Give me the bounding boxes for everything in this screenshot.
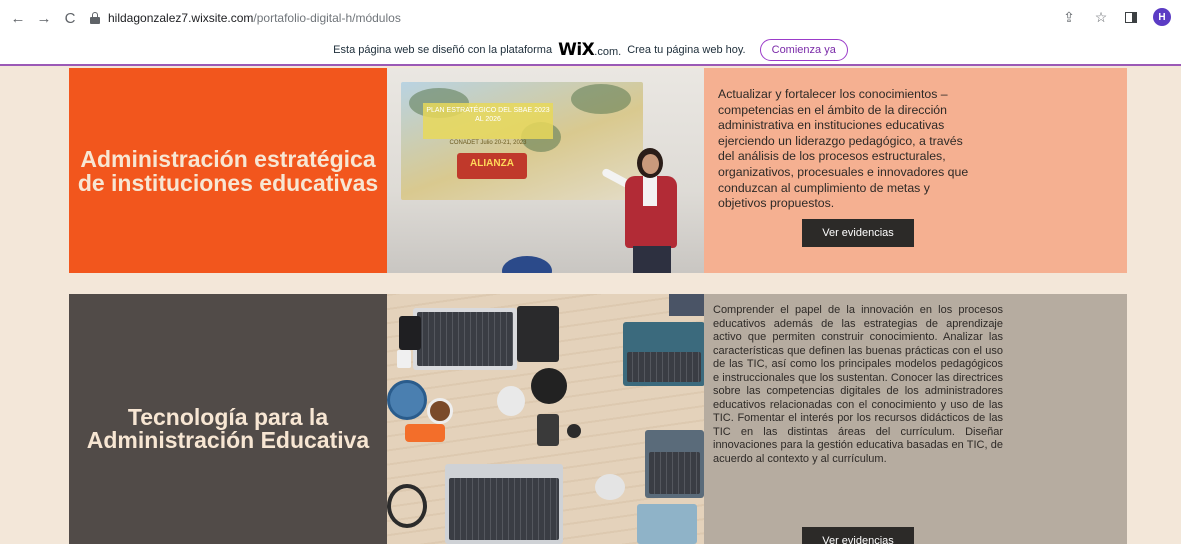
star-icon[interactable]: ☆ (1093, 9, 1109, 26)
module-card-tecnologia: Tecnología para la Administración Educat… (69, 294, 1127, 544)
module-description: Comprender el papel de la innovación en … (713, 304, 1003, 465)
module-title-block: Administración estratégica de institucio… (69, 68, 387, 273)
back-icon[interactable]: ← (8, 8, 28, 28)
module-photo-presentation: PLAN ESTRATÉGICO DEL SBAE 2023 AL 2026 C… (387, 68, 704, 273)
wix-promo-banner: Esta página web se diseñó con la platafo… (0, 36, 1181, 66)
module-description-panel: Actualizar y fortalecer los conocimiento… (704, 68, 1127, 273)
reload-icon[interactable]: C (60, 8, 80, 28)
toolbar-actions: ⇪ ☆ H (1061, 8, 1171, 26)
module-description: Actualizar y fortalecer los conocimiento… (718, 87, 969, 211)
module-title: Tecnología para la Administración Educat… (86, 404, 370, 453)
url-path: /portafolio-digital-h/módulos (253, 11, 401, 25)
view-evidence-button[interactable]: Ver evidencias (802, 527, 914, 544)
forward-icon[interactable]: → (34, 8, 54, 28)
module-card-admin-estrategica: Administración estratégica de institucio… (69, 68, 1127, 273)
side-panel-icon[interactable] (1125, 11, 1137, 23)
share-icon[interactable]: ⇪ (1061, 9, 1077, 26)
module-title-block: Tecnología para la Administración Educat… (69, 294, 387, 544)
module-title: Administración estratégica de institucio… (77, 145, 379, 196)
slide-subtitle: CONADET Julio 20-21, 2023 (449, 140, 527, 146)
start-now-button[interactable]: Comienza ya (759, 39, 848, 61)
wix-banner-subtext: Crea tu página web hoy. (627, 44, 746, 56)
address-bar[interactable]: hildagonzalez7.wixsite.com/portafolio-di… (90, 5, 401, 31)
slide-title: PLAN ESTRATÉGICO DEL SBAE 2023 AL 2026 (426, 107, 550, 123)
slide-logo: ALIANZA (423, 153, 553, 181)
profile-avatar[interactable]: H (1153, 8, 1171, 26)
view-evidence-button[interactable]: Ver evidencias (802, 219, 914, 247)
wix-banner-text: Esta página web se diseñó con la platafo… (333, 44, 553, 56)
lock-icon[interactable] (90, 12, 100, 24)
module-description-panel: Comprender el papel de la innovación en … (704, 294, 1127, 544)
wix-logo: WiX.com. (558, 40, 622, 60)
module-photo-desk (387, 294, 704, 544)
browser-toolbar: ← → C hildagonzalez7.wixsite.com/portafo… (0, 0, 1181, 36)
url-host: hildagonzalez7.wixsite.com (108, 11, 254, 25)
